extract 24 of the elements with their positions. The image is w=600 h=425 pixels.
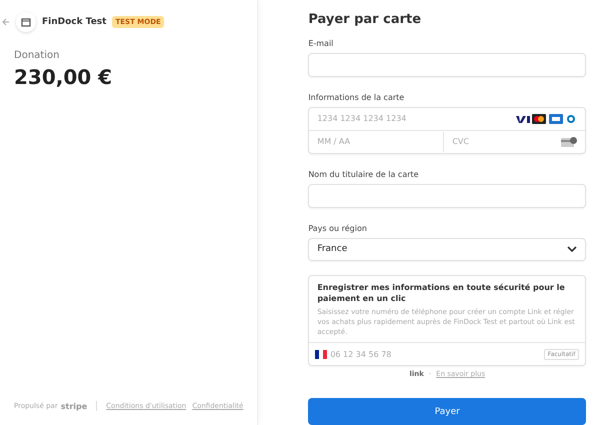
country-select[interactable]: France [308, 238, 586, 262]
field-label: Informations de la carte [308, 92, 406, 102]
stripe-logo[interactable]: stripe [60, 402, 88, 410]
field-label: Pays ou région [308, 224, 368, 233]
amount: 230,00 € [14, 65, 114, 89]
card-back-icon [561, 136, 578, 147]
phone-field[interactable]: 06 12 34 56 78 [327, 350, 544, 359]
field-label: Nom du titulaire de la carte [308, 170, 420, 179]
pay-button[interactable]: Payer [308, 398, 586, 425]
back-arrow-icon[interactable] [2, 18, 10, 26]
cvc-field[interactable]: CVC [444, 132, 562, 152]
card-brands-icon [515, 114, 578, 124]
summary-label: Donation [14, 50, 60, 61]
flag-icon [315, 350, 328, 359]
chevron-down-icon [567, 246, 578, 252]
input-field[interactable] [308, 53, 586, 77]
field-label: E-mail [308, 39, 334, 48]
card-number-field[interactable]: 1234 1234 1234 1234 [309, 108, 516, 129]
expiry-field[interactable]: MM / AA [309, 132, 444, 152]
form-title: Payer par carte [308, 12, 422, 27]
link-save-title: Enregistrer mes informations en toute sécurité pour le paiement en un clic [317, 282, 566, 304]
input-field[interactable] [308, 184, 586, 208]
card-details-field[interactable]: 1234 1234 1234 1234 MM / AA CVC [308, 106, 586, 154]
merchant-name: FinDock Test [42, 17, 106, 27]
